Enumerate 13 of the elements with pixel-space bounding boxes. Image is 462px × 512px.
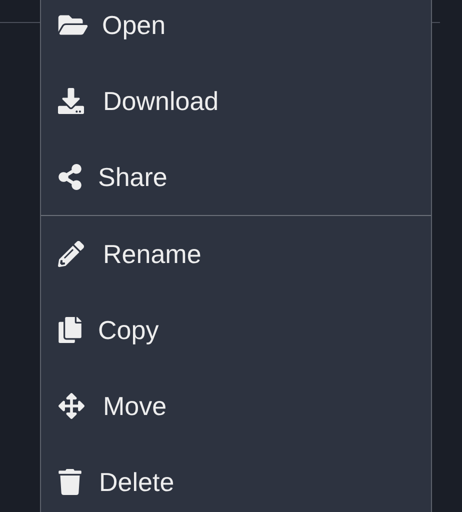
menu-item[interactable]: Move [41, 368, 431, 444]
menu-item[interactable]: Delete [41, 444, 431, 512]
share-icon [56, 164, 84, 190]
pencil-icon [56, 241, 86, 267]
menu-item[interactable]: Download [41, 63, 431, 139]
menu-item[interactable]: Rename [41, 216, 431, 292]
menu-item[interactable]: Share [41, 139, 431, 215]
menu-item[interactable]: Copy [41, 292, 431, 368]
menu-item[interactable]: Open [41, 0, 431, 63]
move-icon [56, 393, 87, 419]
trash-icon [56, 469, 84, 495]
copy-icon [56, 317, 84, 343]
download-icon [56, 88, 86, 114]
